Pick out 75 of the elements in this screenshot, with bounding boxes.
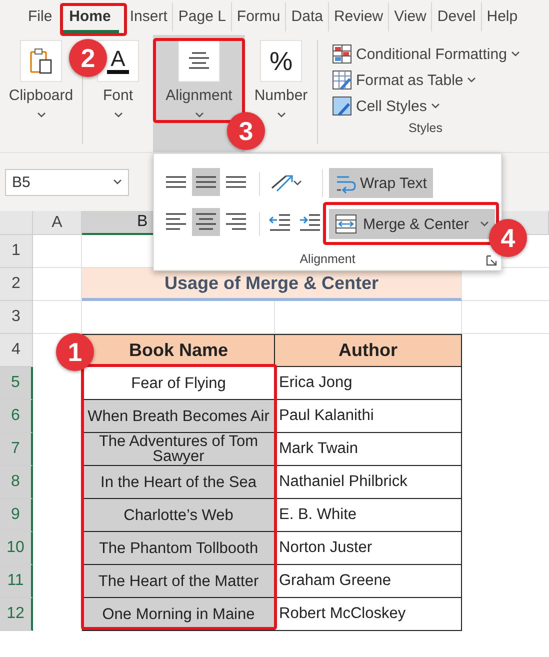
ribbon-tab[interactable]: Review	[328, 2, 390, 33]
ribbon-tab[interactable]: Help	[482, 2, 523, 33]
ribbon-tab[interactable]: Data	[286, 2, 329, 33]
sheet-title: Usage of Merge & Center	[82, 268, 462, 301]
step-badge: 1	[56, 333, 94, 371]
vertical-align-button[interactable]	[192, 168, 220, 196]
align-left-icon	[164, 211, 188, 233]
row-header[interactable]: 7	[0, 433, 33, 466]
chevron-icon	[114, 112, 122, 118]
horizontal-align-button[interactable]	[192, 208, 220, 236]
merge-cells-icon	[335, 214, 357, 234]
row-header[interactable]: 10	[0, 532, 33, 565]
align-bottom-icon	[226, 176, 246, 188]
table-cell: Robert McCloskey	[275, 598, 462, 631]
align-right-icon	[224, 211, 248, 233]
chevron-icon	[36, 112, 46, 118]
table-cell: The Heart of the Matter	[82, 565, 275, 598]
chevron-icon	[480, 221, 489, 227]
table-cell: E. B. White	[275, 499, 462, 532]
table-cell: When Breath Becomes Air	[82, 400, 275, 433]
cell-style-icon	[332, 96, 352, 116]
styles-menu-button[interactable]: Format as Table	[332, 67, 549, 93]
ribbon-tab[interactable]: Insert	[124, 2, 174, 33]
row-header[interactable]: 12	[0, 598, 33, 631]
row-header[interactable]: 8	[0, 466, 33, 499]
table-cell: One Morning in Maine	[82, 598, 275, 631]
chevron-icon	[194, 112, 204, 118]
ribbon-tab[interactable]: Home	[61, 2, 119, 33]
row-header[interactable]: 6	[0, 400, 33, 433]
percent-icon: %	[269, 46, 293, 76]
table-cell: Norton Juster	[275, 532, 462, 565]
ribbon-tab[interactable]: Formu	[232, 2, 286, 33]
chevron-icon	[467, 77, 476, 83]
styles-menu-button[interactable]: Conditional Formatting	[332, 41, 549, 67]
table-cell: Erica Jong	[275, 367, 462, 400]
clipboard-icon	[29, 47, 53, 75]
ribbon-tab[interactable]: File	[20, 2, 62, 33]
row-header[interactable]: 11	[0, 565, 33, 598]
align-middle-icon	[196, 176, 216, 188]
home-highlight-frame	[60, 3, 127, 36]
row-header[interactable]: 2	[0, 268, 33, 301]
table-cell: Mark Twain	[275, 433, 462, 466]
chevron-icon	[276, 112, 286, 118]
styles-menu-button[interactable]: Cell Styles	[332, 93, 549, 119]
table-cell: Nathaniel Philbrick	[275, 466, 462, 499]
table-header-cell: Author	[275, 334, 462, 367]
align-top-icon	[166, 176, 186, 188]
conditional-format-icon	[332, 44, 352, 64]
column-header[interactable]: A	[33, 211, 82, 235]
align-center-icon	[187, 50, 211, 72]
chevron-icon	[510, 51, 520, 57]
table-icon	[332, 70, 352, 90]
chevron-icon	[430, 103, 440, 109]
align-center-icon	[194, 211, 218, 233]
table-cell: In the Heart of the Sea	[82, 466, 275, 499]
chevron-icon	[113, 179, 122, 185]
dialog-launcher-icon[interactable]	[486, 255, 497, 266]
ribbon-tab[interactable]: Page L	[173, 2, 232, 33]
table-cell: The Phantom Tollbooth	[82, 532, 275, 565]
table-cell: Charlotte’s Web	[82, 499, 275, 532]
ribbon-tab[interactable]: Devel	[432, 2, 482, 33]
row-header[interactable]: 9	[0, 499, 33, 532]
name-box[interactable]: B5	[5, 168, 129, 196]
row-header[interactable]: 5	[0, 367, 33, 400]
row-header[interactable]: 1	[0, 235, 33, 268]
row-header[interactable]: 4	[0, 334, 33, 367]
table-cell: Graham Greene	[275, 565, 462, 598]
group-label: Alignment	[300, 252, 356, 266]
table-cell: The Adventures of Tom Sawyer	[82, 433, 275, 466]
group-label: Styles	[408, 121, 443, 135]
ribbon-tab[interactable]: View	[389, 2, 432, 33]
merge-center-button[interactable]: Merge & Center	[329, 209, 495, 239]
wrap-text-button[interactable]: Wrap Text	[329, 168, 433, 198]
table-cell: Paul Kalanithi	[275, 400, 462, 433]
row-header[interactable]: 3	[0, 301, 33, 334]
